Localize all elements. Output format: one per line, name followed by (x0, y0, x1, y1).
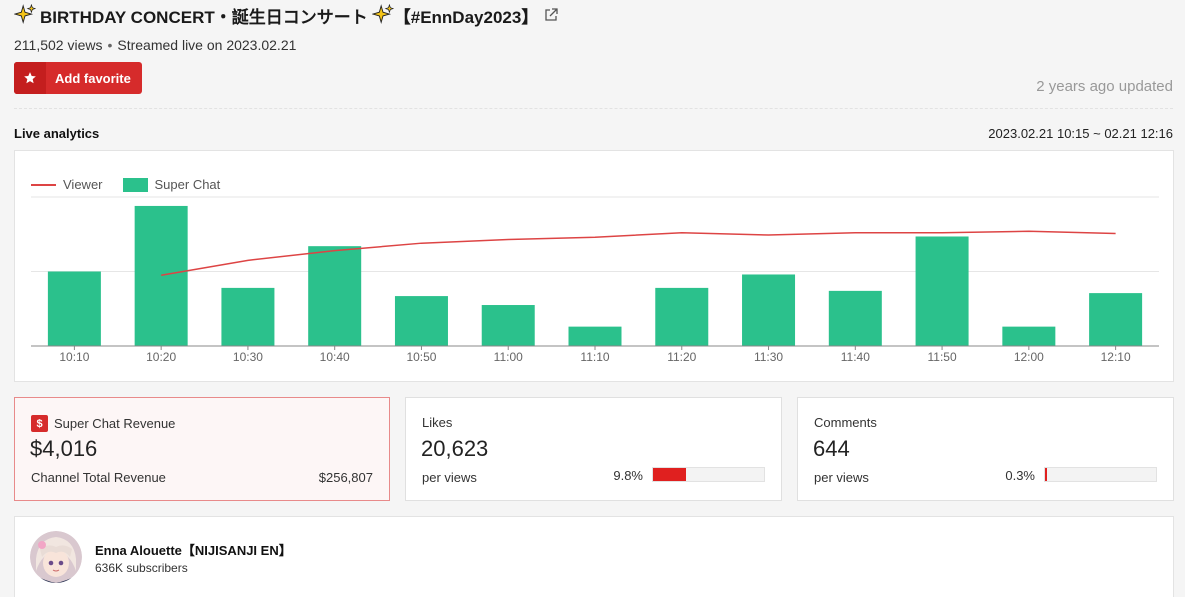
view-count: 211,502 views (14, 37, 103, 53)
superchat-bar (481, 305, 535, 346)
video-title: BIRTHDAY CONCERT・誕生日コンサート (40, 7, 368, 27)
x-tick-label: 11:10 (580, 350, 609, 364)
legend-superchat-swatch (122, 177, 148, 192)
superchat-bar (394, 296, 448, 346)
superchat-bar (915, 236, 969, 346)
analytics-title: Live analytics (14, 126, 100, 141)
comments-progress-fill (1045, 468, 1048, 481)
likes-label: Likes (422, 415, 453, 430)
legend-viewer-swatch (31, 183, 56, 186)
superchat-bar (828, 290, 882, 346)
x-tick-label: 12:00 (1014, 350, 1044, 364)
likes-progress-fill (653, 468, 686, 481)
channel-card[interactable]: Enna Alouette【NIJISANJI EN】 636K subscri… (14, 516, 1174, 597)
comments-per-views-label: per views (814, 470, 869, 485)
total-revenue-label: Channel Total Revenue (31, 470, 166, 485)
updated-time: 2 years ago updated (1036, 78, 1173, 95)
channel-avatar[interactable] (30, 531, 82, 583)
x-tick-label: 10:50 (406, 350, 436, 364)
video-meta: 211,502 views • Streamed live on 2023.02.2… (14, 37, 296, 53)
likes-card: Likes 20,623 per views 9.8% (405, 397, 782, 501)
superchat-bar (221, 287, 275, 346)
analytics-range: 2023.02.21 10:15 ~ 02.21 12:16 (988, 126, 1173, 141)
revenue-label-row: $ Super Chat Revenue (31, 415, 175, 432)
comments-value: 644 (813, 436, 850, 461)
dollar-icon: $ (31, 415, 48, 432)
x-tick-label: 11:40 (841, 350, 870, 364)
superchat-bar (47, 271, 101, 346)
revenue-label: Super Chat Revenue (54, 416, 176, 431)
add-favorite-label: Add favorite (55, 70, 131, 86)
x-tick-label: 10:40 (320, 350, 350, 364)
likes-progress-bar (652, 467, 765, 482)
channel-name[interactable]: Enna Alouette【NIJISANJI EN】 (95, 540, 292, 559)
comments-progress-bar (1044, 467, 1157, 482)
stream-date: Streamed live on 2023.02.21 (117, 37, 297, 53)
viewer-line (161, 230, 1116, 276)
external-link-icon[interactable] (544, 8, 558, 22)
superchat-revenue-card: $ Super Chat Revenue $4,016 Channel Tota… (14, 397, 390, 501)
x-tick-label: 10:20 (146, 350, 176, 364)
star-icon (14, 62, 46, 94)
video-title-tag: 【#EnnDay2023】 (393, 7, 539, 27)
superchat-bar (308, 246, 362, 346)
x-tick-label: 10:30 (233, 350, 263, 364)
legend-viewer-label[interactable]: Viewer (63, 177, 103, 192)
superchat-bar (568, 326, 622, 346)
total-revenue-value: $256,807 (318, 470, 373, 485)
likes-per-views-label: per views (422, 470, 477, 485)
add-favorite-button[interactable]: Add favorite (14, 62, 142, 94)
video-header: BIRTHDAY CONCERT・誕生日コンサート 【#EnnDay2023】 … (14, 4, 1173, 95)
x-tick-label: 11:30 (754, 350, 783, 364)
comments-card: Comments 644 per views 0.3% (797, 397, 1174, 501)
x-tick-label: 11:00 (494, 350, 523, 364)
subscriber-count: 636K subscribers (95, 561, 188, 575)
title-row: BIRTHDAY CONCERT・誕生日コンサート 【#EnnDay2023】 (14, 4, 1173, 27)
comments-label: Comments (814, 415, 877, 430)
superchat-bar (134, 205, 188, 346)
analytics-chart-card: 10:10 10:20 10:30 10:40 10:50 11:00 11:10 11:20… (14, 150, 1174, 382)
sparkle-icon (14, 4, 36, 25)
superchat-bar (655, 287, 709, 346)
chart-legend[interactable]: Viewer Super Chat (31, 177, 220, 192)
separator-dot: • (107, 37, 113, 53)
x-tick-label: 11:50 (928, 350, 957, 364)
revenue-value: $4,016 (30, 436, 98, 461)
x-tick-label: 12:10 (1101, 350, 1131, 364)
superchat-bar (742, 274, 796, 346)
superchat-bar (1089, 293, 1143, 346)
legend-superchat-label[interactable]: Super Chat (155, 177, 221, 192)
x-tick-label: 11:20 (667, 350, 696, 364)
sparkle-icon (371, 4, 394, 25)
divider (14, 108, 1173, 109)
likes-value: 20,623 (421, 436, 489, 461)
x-tick-label: 10:10 (59, 350, 89, 364)
likes-percent: 9.8% (613, 468, 643, 483)
comments-percent: 0.3% (1005, 468, 1035, 483)
superchat-bar (1002, 326, 1056, 346)
